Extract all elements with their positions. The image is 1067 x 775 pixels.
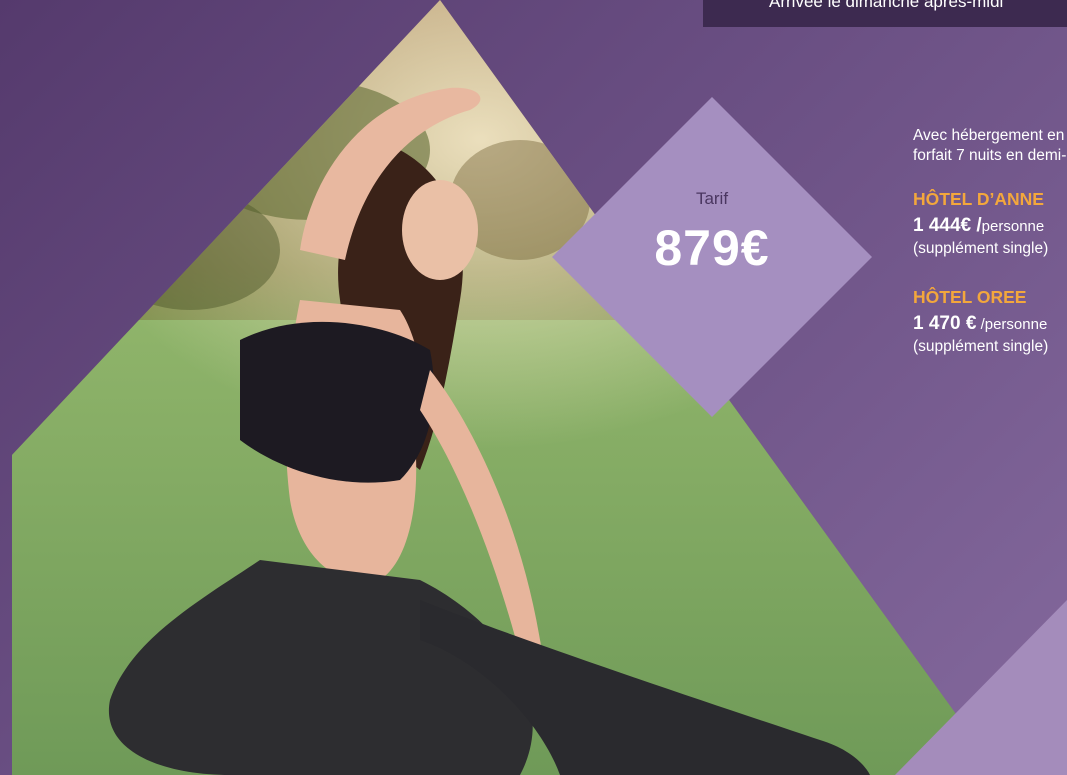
intro-text: Avec hébergement en hôtel, forfait 7 nui… [913,126,1067,166]
tarif-price: 879€ [654,220,770,276]
hotel-name-anne: HÔTEL D’ANNE [913,189,1044,209]
hotel-name-oree: HÔTEL OREE [913,287,1027,307]
photo-illustration [12,0,1000,775]
tarif-diamond: Tarif 879€ [552,97,872,417]
price-unit: personne [981,218,1045,235]
yoga-woman-photo [12,0,1000,775]
supplement-note: (supplément single) [913,338,1049,355]
arrival-banner: Arrivée le dimanche après-midi [703,0,1067,27]
price-value: 1 470 € [913,313,977,334]
arrival-text: Arrivée le dimanche après-midi [769,0,1004,11]
tarif-label: Tarif [695,189,729,208]
hotel-price-oree: 1 470 € /personne [913,312,1067,337]
price-value: 1 444€ / [913,215,982,236]
intro-line-1: Avec hébergement en hôtel, [913,127,1067,144]
hotel-price-anne: 1 444€ /personne [913,214,1067,239]
page: Arrivée le dimanche après-midi Tarif 879… [0,0,1067,775]
hotel-info: Avec hébergement en hôtel, forfait 7 nui… [913,126,1067,384]
intro-line-2: forfait 7 nuits en demi-pension [913,147,1067,164]
price-unit: /personne [976,316,1048,333]
supplement-note: (supplément single) [913,240,1049,257]
